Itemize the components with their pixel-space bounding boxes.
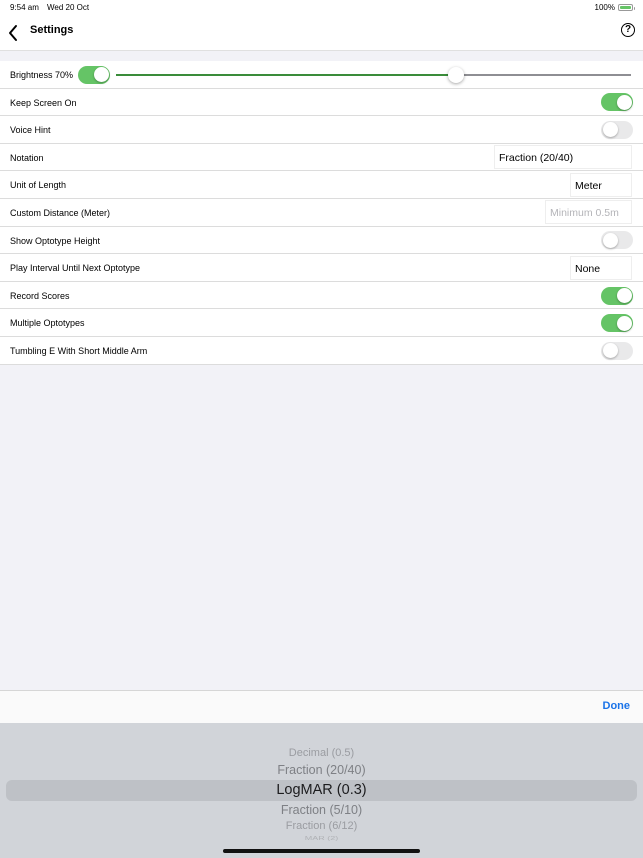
help-button[interactable]: ?: [621, 23, 635, 37]
battery-percent: 100%: [594, 3, 615, 12]
picker-option-selected[interactable]: LogMAR (0.3): [0, 782, 643, 798]
notation-label: Notation: [10, 152, 44, 163]
tumbling-e-label: Tumbling E With Short Middle Arm: [10, 345, 148, 356]
status-date: Wed 20 Oct: [47, 3, 90, 12]
keep-screen-on-toggle[interactable]: [601, 93, 633, 112]
custom-distance-label: Custom Distance (Meter): [10, 207, 111, 218]
back-button[interactable]: [4, 22, 24, 44]
tumbling-e-row: Tumbling E With Short Middle Arm: [0, 337, 643, 365]
picker-option[interactable]: MAR (2): [0, 835, 643, 841]
keep-screen-on-row: Keep Screen On: [0, 89, 643, 117]
multiple-optotypes-label: Multiple Optotypes: [10, 318, 85, 329]
record-scores-toggle[interactable]: [601, 286, 633, 305]
tumbling-e-toggle[interactable]: [601, 341, 633, 360]
brightness-toggle[interactable]: [78, 65, 110, 84]
battery-icon: [618, 4, 635, 11]
picker-option[interactable]: Fraction (20/40): [0, 763, 643, 777]
custom-distance-input[interactable]: Minimum 0.5m: [545, 200, 632, 225]
play-interval-row: Play Interval Until Next Optotype None: [0, 254, 643, 282]
unit-of-length-label: Unit of Length: [10, 180, 67, 191]
status-bar: 9:54 am Wed 20 Oct 100%: [0, 0, 643, 16]
show-optotype-height-toggle[interactable]: [601, 231, 633, 250]
multiple-optotypes-row: Multiple Optotypes: [0, 309, 643, 337]
picker-option[interactable]: Fraction (6/12): [0, 820, 643, 832]
unit-of-length-field[interactable]: Meter: [570, 172, 632, 197]
status-time: 9:54 am: [10, 3, 39, 12]
navigation-bar: Settings ?: [0, 16, 643, 51]
voice-hint-row: Voice Hint: [0, 116, 643, 144]
show-optotype-height-row: Show Optotype Height: [0, 227, 643, 255]
question-circle-icon: ?: [624, 24, 632, 35]
chevron-left-icon: [9, 25, 17, 41]
show-optotype-height-label: Show Optotype Height: [10, 235, 101, 246]
custom-distance-row: Custom Distance (Meter) Minimum 0.5m: [0, 199, 643, 227]
brightness-slider-fill: [116, 74, 456, 76]
play-interval-label: Play Interval Until Next Optotype: [10, 263, 141, 274]
keep-screen-on-label: Keep Screen On: [10, 97, 77, 108]
notation-row: Notation Fraction (20/40): [0, 144, 643, 172]
brightness-label: Brightness 70%: [10, 70, 74, 80]
picker-option[interactable]: Fraction (5/10): [0, 803, 643, 817]
brightness-slider-thumb[interactable]: [447, 67, 464, 83]
page-title: Settings: [30, 24, 74, 36]
unit-of-length-row: Unit of Length Meter: [0, 171, 643, 199]
voice-hint-toggle[interactable]: [601, 120, 633, 139]
record-scores-label: Record Scores: [10, 290, 70, 301]
record-scores-row: Record Scores: [0, 282, 643, 310]
settings-list: Brightness 70% Keep Screen On Voice Hint…: [0, 61, 643, 365]
brightness-slider[interactable]: [116, 67, 631, 83]
multiple-optotypes-toggle[interactable]: [601, 314, 633, 333]
picker-option[interactable]: Decimal (0.5): [0, 747, 643, 759]
home-indicator: [223, 849, 420, 853]
picker-toolbar: Done: [0, 690, 643, 723]
play-interval-field[interactable]: None: [570, 255, 632, 280]
brightness-row: Brightness 70%: [0, 61, 643, 89]
done-button[interactable]: Done: [603, 700, 631, 712]
notation-picker[interactable]: Decimal (0.5) Fraction (20/40) LogMAR (0…: [0, 723, 643, 858]
notation-field[interactable]: Fraction (20/40): [494, 145, 632, 170]
voice-hint-label: Voice Hint: [10, 125, 51, 136]
